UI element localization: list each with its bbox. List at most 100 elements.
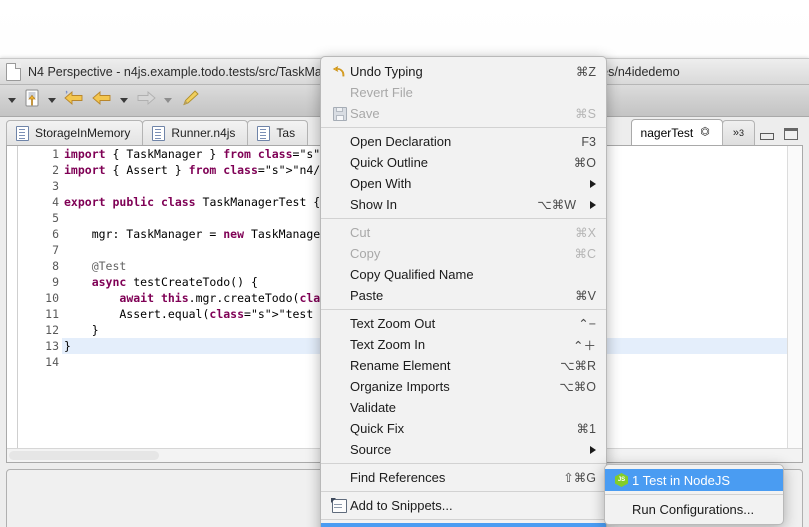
submenu-arrow-icon [590, 179, 596, 188]
line-number: 11 [45, 307, 59, 321]
line-number-gutter: 1 2 3 4 5 6 7 8 9 10 11 12 13 14 [18, 146, 73, 462]
menu-separator [321, 519, 606, 520]
menu-item-shortcut: ⌃− [578, 317, 596, 331]
file-icon [152, 125, 166, 141]
line-number: 10 [45, 291, 59, 305]
menu-item-open-declaration[interactable]: Open Declaration F3 [321, 131, 606, 152]
line-number: 1 [18, 146, 73, 162]
toolbar-dropdown-caret-1[interactable] [8, 98, 16, 103]
line-number: 4 [18, 194, 73, 210]
submenu-item-run-configurations[interactable]: Run Configurations... [605, 498, 783, 520]
line-number: 12 [45, 323, 59, 337]
menu-item-shortcut: F3 [581, 134, 596, 149]
menu-item-add-to-snippets[interactable]: Add to Snippets... [321, 495, 606, 516]
line-number: 13 [45, 339, 59, 353]
menu-item-shortcut: ⌘C [574, 247, 596, 261]
menu-separator [321, 463, 606, 464]
menu-separator [321, 309, 606, 310]
menu-item-paste[interactable]: Paste ⌘V [321, 285, 606, 306]
menu-item-text-zoom-in[interactable]: Text Zoom In ⌃＋ [321, 334, 606, 355]
ide-window: N4 Perspective - n4js.example.todo.tests… [0, 56, 809, 527]
menu-item-quick-outline[interactable]: Quick Outline ⌘O [321, 152, 606, 173]
line-number: 8 [18, 258, 73, 274]
screen-root: N4 Perspective - n4js.example.todo.tests… [0, 0, 809, 527]
line-number: 14 [45, 355, 59, 369]
editor-tab-1[interactable]: Runner.n4js [142, 120, 249, 145]
menu-item-shortcut: ⌥⌘R [560, 359, 596, 373]
menu-item-open-with[interactable]: Open With [321, 173, 606, 194]
undo-icon [331, 65, 348, 79]
menu-item-copy-qualified-name[interactable]: Copy Qualified Name [321, 264, 606, 285]
menu-item-save: Save ⌘S [321, 103, 606, 124]
new-wizard-icon[interactable] [22, 88, 42, 113]
menu-item-label: Save [350, 106, 380, 121]
scrollbar-thumb[interactable] [9, 451, 159, 460]
menu-item-label: Text Zoom In [350, 337, 426, 352]
menu-item-label: Rename Element [350, 358, 451, 373]
document-icon [6, 62, 21, 81]
submenu-item-label: 1 Test in NodeJS [632, 472, 731, 488]
menu-item-label: Validate [350, 400, 397, 415]
file-icon [257, 125, 271, 141]
editor-tab-0[interactable]: StorageInMemory [6, 120, 144, 145]
menu-item-quick-fix[interactable]: Quick Fix ⌘1 [321, 418, 606, 439]
editor-tab-active[interactable]: nagerTest ⏣ [630, 119, 723, 145]
toolbar-dropdown-caret-4[interactable] [164, 98, 172, 103]
menu-item-label: Cut [350, 225, 371, 240]
editor-context-menu[interactable]: Undo Typing ⌘Z Revert File Save ⌘S Open Decla… [320, 56, 607, 527]
menu-item-label: Source [350, 442, 392, 457]
menu-item-shortcut: ⌥⌘W [537, 198, 576, 212]
menu-item-label: Text Zoom Out [350, 316, 436, 331]
editor-tab-2[interactable]: Tas [247, 120, 309, 145]
menu-item-revert-file: Revert File [321, 82, 606, 103]
menu-item-label: Paste [350, 288, 384, 303]
tab-overflow-indicator[interactable]: » 3 [721, 120, 755, 145]
submenu-arrow-icon [590, 445, 596, 454]
menu-item-rename-element[interactable]: Rename Element ⌥⌘R [321, 355, 606, 376]
menu-item-shortcut: ⌘1 [576, 422, 596, 436]
snippets-icon [331, 497, 348, 513]
back-sparkle-arrow-icon[interactable] [62, 88, 86, 113]
menu-separator [321, 491, 606, 492]
menu-item-label: Add to Snippets... [350, 498, 453, 513]
menu-item-find-references[interactable]: Find References ⇧⌘G [321, 467, 606, 488]
menu-item-source[interactable]: Source [321, 439, 606, 460]
menu-item-show-in[interactable]: Show In ⌥⌘W [321, 194, 606, 215]
line-number: 2 [18, 162, 73, 178]
minimize-button[interactable] [760, 133, 774, 140]
menu-item-undo-typing[interactable]: Undo Typing ⌘Z [321, 61, 606, 82]
toolbar-dropdown-caret-2[interactable] [48, 98, 56, 103]
brush-icon[interactable] [178, 88, 202, 113]
menu-item-label: Show In [350, 197, 397, 212]
menu-item-shortcut: ⌘V [575, 289, 596, 303]
editor-overview-ruler[interactable] [787, 146, 802, 462]
menu-item-label: Copy Qualified Name [350, 267, 474, 282]
menu-item-cut: Cut ⌘X [321, 222, 606, 243]
menu-separator [321, 127, 606, 128]
line-number: 7 [52, 243, 59, 257]
submenu-separator [605, 494, 783, 495]
menu-item-shortcut: ⌘O [573, 156, 596, 170]
menu-item-organize-imports[interactable]: Organize Imports ⌥⌘O [321, 376, 606, 397]
line-number: 6 [52, 227, 59, 241]
editor-tab-label: Runner.n4js [171, 126, 236, 140]
menu-item-shortcut: ⌥⌘O [559, 380, 596, 394]
menu-item-shortcut: ⇧⌘G [563, 471, 596, 485]
floppy-disk-icon [332, 106, 347, 121]
save-icon [331, 106, 348, 121]
line-number: 3 [52, 179, 59, 193]
maximize-button[interactable] [784, 128, 798, 140]
menu-item-label: Copy [350, 246, 381, 261]
menu-item-text-zoom-out[interactable]: Text Zoom Out ⌃− [321, 313, 606, 334]
menu-item-label: Find References [350, 470, 446, 485]
menu-item-validate[interactable]: Validate [321, 397, 606, 418]
editor-tab-label: Tas [276, 126, 296, 140]
run-as-submenu[interactable]: 1 Test in NodeJS Run Configurations... [604, 464, 784, 525]
submenu-item-1-test-in-nodejs[interactable]: 1 Test in NodeJS [605, 469, 783, 491]
menu-item-copy: Copy ⌘C [321, 243, 606, 264]
tab-close-icon[interactable]: ⏣ [700, 127, 710, 138]
menu-item-run-as[interactable]: Run As [321, 523, 606, 527]
toolbar-dropdown-caret-3[interactable] [120, 98, 128, 103]
snippet-glyph-icon [331, 497, 347, 513]
back-arrow-icon[interactable] [90, 88, 114, 113]
